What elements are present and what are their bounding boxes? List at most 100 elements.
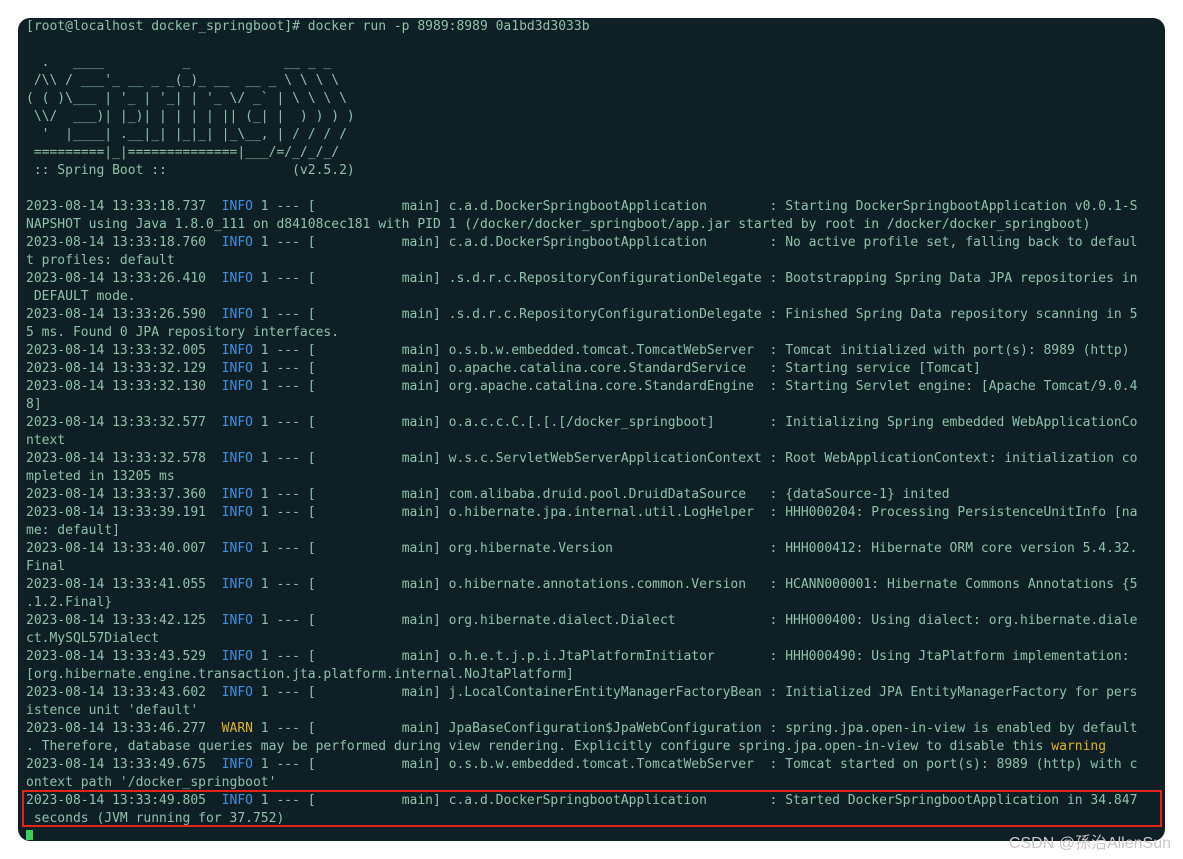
- log-continuation: 5 ms. Found 0 JPA repository interfaces.: [26, 324, 339, 342]
- watermark: CSDN @孫治AllenSun: [1008, 835, 1171, 852]
- log-line: 2023-08-14 13:33:43.529 INFO 1 --- [ mai…: [26, 648, 1137, 666]
- log-level: INFO: [221, 235, 253, 250]
- log-line: 2023-08-14 13:33:32.577 INFO 1 --- [ mai…: [26, 414, 1137, 432]
- log-line: 2023-08-14 13:33:39.191 INFO 1 --- [ mai…: [26, 504, 1137, 522]
- log-timestamp: 2023-08-14 13:33:43.602: [26, 685, 207, 700]
- log-message: 1 --- [ main] c.a.d.DockerSpringbootAppl…: [252, 235, 1138, 250]
- log-level: INFO: [221, 541, 253, 556]
- log-line: 2023-08-14 13:33:40.007 INFO 1 --- [ mai…: [26, 540, 1137, 558]
- log-level: INFO: [221, 757, 253, 772]
- log-timestamp: 2023-08-14 13:33:26.590: [26, 307, 207, 322]
- log-level: INFO: [221, 307, 253, 322]
- log-continuation: Final: [26, 558, 65, 576]
- log-continuation: DEFAULT mode.: [26, 288, 136, 306]
- log-message: 1 --- [ main] .s.d.r.c.RepositoryConfigu…: [252, 307, 1138, 322]
- log-message: 1 --- [ main] o.s.b.w.embedded.tomcat.To…: [252, 343, 1130, 358]
- log-level: INFO: [221, 487, 253, 502]
- banner-line: ' |____| .__|_| |_|_| |_\__, | / / / /: [26, 126, 347, 144]
- log-level: INFO: [221, 343, 253, 358]
- log-line: 2023-08-14 13:33:26.590 INFO 1 --- [ mai…: [26, 306, 1137, 324]
- log-timestamp: 2023-08-14 13:33:18.737: [26, 199, 207, 214]
- log-message: 1 --- [ main] JpaBaseConfiguration$JpaWe…: [252, 721, 1138, 736]
- log-continuation: istence unit 'default': [26, 702, 198, 720]
- log-message-cont: 8]: [26, 397, 42, 412]
- log-message: 1 --- [ main] c.a.d.DockerSpringbootAppl…: [252, 199, 1138, 214]
- log-message-cont: mpleted in 13205 ms: [26, 469, 175, 484]
- log-message: 1 --- [ main] w.s.c.ServletWebServerAppl…: [252, 451, 1138, 466]
- log-timestamp: 2023-08-14 13:33:37.360: [26, 487, 207, 502]
- log-message: 1 --- [ main] com.alibaba.druid.pool.Dru…: [252, 487, 950, 502]
- log-message: 1 --- [ main] o.hibernate.jpa.internal.u…: [252, 505, 1138, 520]
- log-timestamp: 2023-08-14 13:33:49.675: [26, 757, 207, 772]
- log-message: 1 --- [ main] o.s.b.w.embedded.tomcat.To…: [252, 757, 1138, 772]
- log-message-cont: me: default]: [26, 523, 120, 538]
- log-timestamp: 2023-08-14 13:33:18.760: [26, 235, 207, 250]
- log-line: 2023-08-14 13:33:18.760 INFO 1 --- [ mai…: [26, 234, 1137, 252]
- log-line: 2023-08-14 13:33:26.410 INFO 1 --- [ mai…: [26, 270, 1137, 288]
- log-continuation: me: default]: [26, 522, 120, 540]
- log-line: 2023-08-14 13:33:18.737 INFO 1 --- [ mai…: [26, 198, 1137, 216]
- log-timestamp: 2023-08-14 13:33:32.577: [26, 415, 207, 430]
- log-continuation: [org.hibernate.engine.transaction.jta.pl…: [26, 666, 574, 684]
- banner-line: ( ( )\___ | '_ | '_| | '_ \/ _` | \ \ \ …: [26, 90, 347, 108]
- log-line: 2023-08-14 13:33:42.125 INFO 1 --- [ mai…: [26, 612, 1137, 630]
- log-continuation: ntext: [26, 432, 65, 450]
- banner-line: \\/ ___)| |_)| | | | | || (_| | ) ) ) ): [26, 108, 355, 126]
- log-message-cont: istence unit 'default': [26, 703, 199, 718]
- log-level: INFO: [221, 199, 253, 214]
- log-line: 2023-08-14 13:33:43.602 INFO 1 --- [ mai…: [26, 684, 1137, 702]
- terminal-cursor: [26, 830, 33, 840]
- log-level: INFO: [221, 505, 253, 520]
- banner-text: . ____ _ __ _ _: [26, 55, 332, 70]
- log-continuation: . Therefore, database queries may be per…: [26, 738, 1106, 756]
- log-level: INFO: [221, 577, 253, 592]
- log-line: 2023-08-14 13:33:32.129 INFO 1 --- [ mai…: [26, 360, 981, 378]
- banner-text: ( ( )\___ | '_ | '_| | '_ \/ _` | \ \ \ …: [26, 91, 347, 106]
- log-level: WARN: [221, 721, 253, 736]
- log-timestamp: 2023-08-14 13:33:39.191: [26, 505, 207, 520]
- log-timestamp: 2023-08-14 13:33:42.125: [26, 613, 207, 628]
- log-continuation: NAPSHOT using Java 1.8.0_111 on d84108ce…: [26, 216, 1090, 234]
- warning-word: warning: [1051, 739, 1107, 754]
- log-message: 1 --- [ main] org.hibernate.Version : HH…: [252, 541, 1138, 556]
- banner-text: ' |____| .__|_| |_|_| |_\__, | / / / /: [26, 127, 347, 142]
- log-message-cont: ct.MySQL57Dialect: [26, 631, 160, 646]
- log-message: 1 --- [ main] j.LocalContainerEntityMana…: [252, 685, 1138, 700]
- log-message-cont: NAPSHOT using Java 1.8.0_111 on d84108ce…: [26, 217, 1091, 232]
- banner-line: :: Spring Boot :: (v2.5.2): [26, 162, 355, 180]
- log-timestamp: 2023-08-14 13:33:43.529: [26, 649, 207, 664]
- log-timestamp: 2023-08-14 13:33:32.129: [26, 361, 207, 376]
- log-message: 1 --- [ main] org.hibernate.dialect.Dial…: [252, 613, 1138, 628]
- log-line: 2023-08-14 13:33:46.277 WARN 1 --- [ mai…: [26, 720, 1137, 738]
- banner-text: =========|_|==============|___/=/_/_/_/: [26, 145, 340, 160]
- log-message: 1 --- [ main] .s.d.r.c.RepositoryConfigu…: [252, 271, 1138, 286]
- banner-line: =========|_|==============|___/=/_/_/_/: [26, 144, 339, 162]
- banner-line: . ____ _ __ _ _: [26, 54, 332, 72]
- log-timestamp: 2023-08-14 13:33:40.007: [26, 541, 207, 556]
- terminal-window[interactable]: [root@localhost docker_springboot]# dock…: [18, 18, 1165, 841]
- log-message-cont: .1.2.Final}: [26, 595, 113, 610]
- banner-line: /\\ / ___'_ __ _ _(_)_ __ __ _ \ \ \ \: [26, 72, 339, 90]
- log-line: 2023-08-14 13:33:41.055 INFO 1 --- [ mai…: [26, 576, 1137, 594]
- log-line: 2023-08-14 13:33:32.578 INFO 1 --- [ mai…: [26, 450, 1137, 468]
- log-timestamp: 2023-08-14 13:33:26.410: [26, 271, 207, 286]
- log-message: 1 --- [ main] o.a.c.c.C.[.[.[/docker_spr…: [252, 415, 1138, 430]
- log-timestamp: 2023-08-14 13:33:41.055: [26, 577, 207, 592]
- log-message-cont: ntext: [26, 433, 66, 448]
- prompt-text: [root@localhost docker_springboot]# dock…: [26, 19, 590, 34]
- log-message: 1 --- [ main] o.h.e.t.j.p.i.JtaPlatformI…: [252, 649, 1138, 664]
- log-line: 2023-08-14 13:33:32.005 INFO 1 --- [ mai…: [26, 342, 1130, 360]
- log-level: INFO: [221, 271, 253, 286]
- log-level: INFO: [221, 379, 253, 394]
- log-line: 2023-08-14 13:33:37.360 INFO 1 --- [ mai…: [26, 486, 950, 504]
- log-message-cont: Final: [26, 559, 66, 574]
- log-message-cont: t profiles: default: [26, 253, 175, 268]
- log-level: INFO: [221, 361, 253, 376]
- log-message: 1 --- [ main] o.apache.catalina.core.Sta…: [252, 361, 981, 376]
- log-timestamp: 2023-08-14 13:33:32.578: [26, 451, 207, 466]
- log-timestamp: 2023-08-14 13:33:32.130: [26, 379, 207, 394]
- banner-text: :: Spring Boot :: (v2.5.2): [26, 163, 355, 178]
- log-message: 1 --- [ main] o.hibernate.annotations.co…: [252, 577, 1138, 592]
- log-continuation: t profiles: default: [26, 252, 175, 270]
- log-line: 2023-08-14 13:33:49.675 INFO 1 --- [ mai…: [26, 756, 1137, 774]
